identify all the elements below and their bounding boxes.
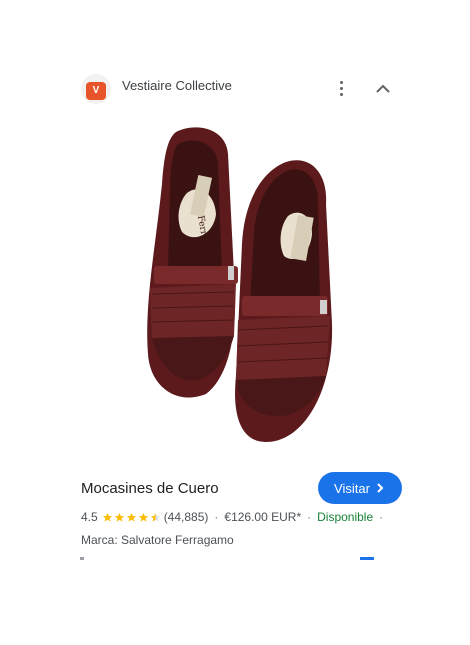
separator-dot: · [307, 510, 312, 524]
star-icon [126, 512, 136, 522]
site-favicon[interactable]: V [81, 74, 111, 104]
vestiaire-logo-icon: V [86, 82, 106, 100]
separator-dot: · [379, 510, 384, 524]
star-icon [138, 512, 148, 522]
chevron-right-icon [377, 483, 384, 493]
visit-button[interactable]: Visitar [318, 472, 402, 504]
product-title[interactable]: Mocasines de Cuero [81, 480, 219, 497]
visit-button-label: Visitar [334, 480, 370, 496]
collapse-button[interactable] [372, 78, 394, 100]
star-half-icon [150, 512, 160, 522]
more-options-button[interactable] [330, 76, 352, 102]
dot-icon [340, 93, 343, 96]
review-count[interactable]: (44,885) [164, 510, 209, 524]
rating-value: 4.5 [81, 510, 98, 524]
chevron-up-icon [376, 84, 390, 93]
product-image[interactable]: Ferragamo [136, 124, 346, 446]
truncated-row [80, 557, 374, 560]
star-icon [102, 512, 112, 522]
availability-status: Disponible [317, 510, 374, 524]
source-name[interactable]: Vestiaire Collective [122, 78, 232, 93]
rating-stars [102, 512, 162, 523]
star-icon [114, 512, 124, 522]
separator-dot: · [214, 510, 219, 524]
dot-icon [340, 81, 343, 84]
result-header: V Vestiaire Collective [0, 70, 470, 110]
brand-line: Marca: Salvatore Ferragamo [81, 533, 234, 547]
price: €126.00 EUR* [224, 510, 302, 524]
product-meta: 4.5 (44,885) · €126.00 EUR* · Disponible… [81, 510, 389, 524]
dot-icon [340, 87, 343, 90]
